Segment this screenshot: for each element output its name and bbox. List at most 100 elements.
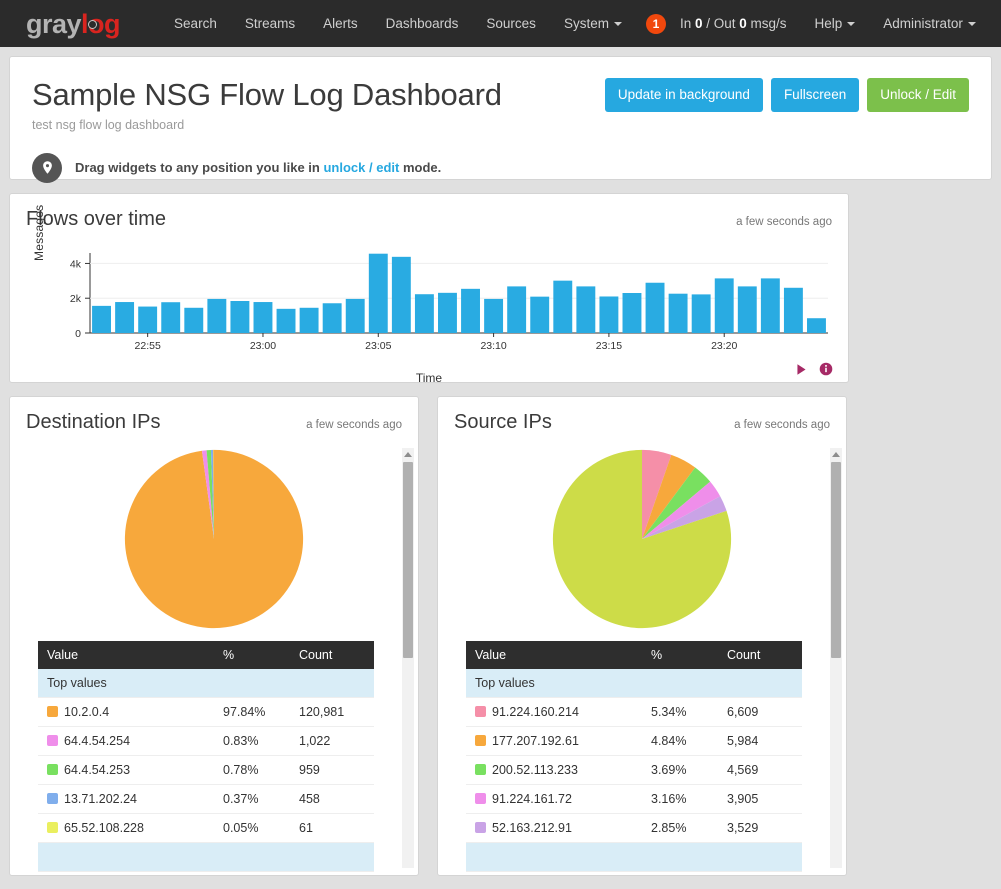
table-row[interactable]: 91.224.161.72 3.16% 3,905	[466, 784, 802, 814]
cell-count: 3,905	[718, 784, 802, 814]
table-row[interactable]: 177.207.192.61 4.84% 5,984	[466, 726, 802, 756]
table-section-row: Top values	[38, 669, 374, 698]
pie-chart	[10, 442, 418, 629]
update-in-background-button[interactable]: Update in background	[604, 78, 763, 112]
svg-text:23:15: 23:15	[596, 340, 622, 352]
table-row[interactable]: 64.4.54.253 0.78% 959	[38, 755, 374, 785]
widget-actions	[795, 362, 833, 376]
nav-item-administrator[interactable]: Administrator	[869, 8, 990, 39]
cell-count: 61	[290, 813, 374, 843]
cell-percent: 3.16%	[642, 784, 718, 814]
bar-chart-svg[interactable]: 0 2k 4k 22:55 23:00 23:05 23:10 23:15 23:20	[10, 247, 848, 359]
cell-value[interactable]: 10.2.0.4	[38, 697, 214, 727]
chevron-down-icon	[613, 22, 622, 27]
x-axis-label: Time	[415, 371, 443, 385]
cell-percent: 97.84%	[214, 697, 290, 727]
nav-item-streams[interactable]: Streams	[231, 8, 309, 39]
color-swatch-icon	[47, 822, 58, 833]
cell-value[interactable]: 91.224.161.72	[466, 784, 642, 814]
scrollbar-thumb[interactable]	[403, 462, 413, 658]
cell-percent: 0.05%	[214, 813, 290, 843]
widget-timestamp: a few seconds ago	[306, 419, 402, 431]
cell-value[interactable]: 200.52.113.233	[466, 755, 642, 785]
cell-value[interactable]: 91.224.160.214	[466, 697, 642, 727]
nav-item-search[interactable]: Search	[160, 8, 231, 39]
column-header-value[interactable]: Value	[466, 641, 642, 669]
nav-item-alerts[interactable]: Alerts	[309, 8, 372, 39]
cell-percent: 3.69%	[642, 755, 718, 785]
values-table-destination: Value % Count Top values 10.2.0.4 97.84% 12…	[38, 641, 374, 872]
nav-item-sources[interactable]: Sources	[472, 8, 550, 39]
color-swatch-icon	[47, 706, 58, 717]
notification-badge[interactable]: 1	[645, 13, 666, 34]
fullscreen-button[interactable]: Fullscreen	[770, 78, 860, 112]
nav-item-dashboards[interactable]: Dashboards	[372, 8, 473, 39]
widget-header: Destination IPs a few seconds ago	[10, 397, 418, 434]
svg-text:2k: 2k	[70, 293, 82, 305]
svg-text:23:00: 23:00	[250, 340, 276, 352]
svg-text:23:20: 23:20	[711, 340, 737, 352]
table-section-row: Top values	[466, 669, 802, 698]
table-row[interactable]: 200.52.113.233 3.69% 4,569	[466, 755, 802, 785]
pie-chart-svg[interactable]	[124, 449, 304, 629]
pie-chart-svg[interactable]	[552, 449, 732, 629]
cell-count: 1,022	[290, 726, 374, 756]
throughput-indicator: In 0 / Out 0 msg/s	[679, 16, 787, 31]
hint-text: Drag widgets to any position you like in…	[75, 160, 442, 176]
cell-value[interactable]: 64.4.54.253	[38, 755, 214, 785]
nav-item-help[interactable]: Help	[801, 8, 870, 39]
svg-text:4k: 4k	[70, 258, 82, 270]
svg-text:23:05: 23:05	[365, 340, 391, 352]
table-section-label: Top values	[38, 669, 374, 698]
chevron-down-icon	[847, 22, 856, 27]
scrollbar-destination[interactable]	[402, 448, 414, 868]
table-row[interactable]: 10.2.0.4 97.84% 120,981	[38, 697, 374, 727]
scroll-up-arrow-icon[interactable]	[402, 448, 414, 460]
column-header-percent[interactable]: %	[214, 641, 290, 669]
map-pin-icon	[32, 152, 62, 183]
table-section-row-partial	[38, 842, 374, 872]
cell-count: 959	[290, 755, 374, 785]
table-header-row: Value % Count	[466, 641, 802, 669]
play-icon[interactable]	[795, 363, 808, 376]
column-header-count[interactable]: Count	[290, 641, 374, 669]
column-header-count[interactable]: Count	[718, 641, 802, 669]
widget-title: Destination IPs	[26, 411, 161, 433]
logo-dot-icon	[88, 20, 98, 29]
color-swatch-icon	[47, 764, 58, 775]
values-table-source: Value % Count Top values 91.224.160.214 5.…	[466, 641, 802, 872]
info-icon[interactable]	[819, 362, 833, 376]
widget-timestamp: a few seconds ago	[734, 419, 830, 431]
cell-value[interactable]: 177.207.192.61	[466, 726, 642, 756]
column-header-percent[interactable]: %	[642, 641, 718, 669]
unlock-edit-link[interactable]: unlock / edit	[323, 160, 399, 175]
widget-destination-ips: Destination IPs a few seconds ago Value …	[9, 396, 419, 876]
cell-percent: 0.78%	[214, 755, 290, 785]
logo-text-gray: gray	[26, 9, 82, 39]
cell-value[interactable]: 64.4.54.254	[38, 726, 214, 756]
cell-value[interactable]: 52.163.212.91	[466, 813, 642, 843]
table-row[interactable]: 52.163.212.91 2.85% 3,529	[466, 813, 802, 843]
column-header-value[interactable]: Value	[38, 641, 214, 669]
graylog-logo[interactable]: gray log	[26, 9, 121, 39]
scrollbar-source[interactable]	[830, 448, 842, 868]
bar-chart: Messages 0 2k 4k 22:55 23:00 23:05 23:10 23:15 2…	[10, 205, 848, 385]
scrollbar-thumb[interactable]	[831, 462, 841, 658]
cell-count: 4,569	[718, 755, 802, 785]
unlock-edit-button[interactable]: Unlock / Edit	[867, 78, 969, 112]
dashboard-actions: Update in background Fullscreen Unlock /…	[604, 78, 969, 112]
widget-timestamp: a few seconds ago	[736, 216, 832, 228]
color-swatch-icon	[47, 793, 58, 804]
scroll-up-arrow-icon[interactable]	[830, 448, 842, 460]
table-row[interactable]: 64.4.54.254 0.83% 1,022	[38, 726, 374, 756]
table-row[interactable]: 91.224.160.214 5.34% 6,609	[466, 697, 802, 727]
cell-percent: 5.34%	[642, 697, 718, 727]
logo-text-log: log	[81, 9, 121, 39]
cell-value[interactable]: 13.71.202.24	[38, 784, 214, 814]
widget-flows-over-time: Flows over time a few seconds ago Messag…	[9, 193, 849, 385]
svg-text:23:10: 23:10	[480, 340, 506, 352]
nav-item-system[interactable]: System	[550, 8, 636, 39]
table-row[interactable]: 65.52.108.228 0.05% 61	[38, 813, 374, 843]
table-row[interactable]: 13.71.202.24 0.37% 458	[38, 784, 374, 814]
cell-value[interactable]: 65.52.108.228	[38, 813, 214, 843]
